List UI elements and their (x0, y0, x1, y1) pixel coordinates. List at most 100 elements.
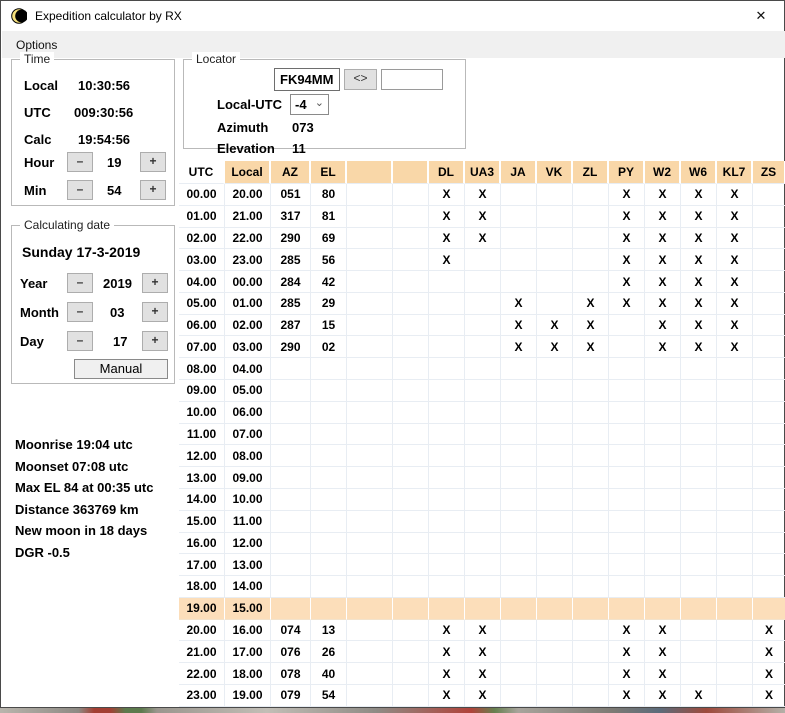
elevation-label: Elevation (217, 141, 275, 156)
menu-bar: Options (2, 31, 785, 58)
utc-cell: 14.00 (179, 488, 225, 511)
visibility-mark-cell (609, 467, 645, 489)
azimuth-cell (271, 380, 311, 402)
elevation-cell: 29 (311, 292, 347, 315)
visibility-mark-cell (753, 511, 785, 533)
visibility-mark-cell (537, 205, 573, 228)
year-minus-button[interactable]: – (67, 273, 93, 293)
visibility-mark-cell (429, 336, 465, 359)
day-minus-button[interactable]: – (67, 331, 93, 351)
visibility-mark-cell (573, 205, 609, 228)
day-plus-button[interactable]: + (142, 331, 168, 351)
visibility-mark-cell: X (465, 184, 501, 206)
month-minus-button[interactable]: – (67, 302, 93, 322)
visibility-mark-cell (537, 554, 573, 577)
visibility-mark-cell (753, 424, 785, 446)
visibility-mark-cell (717, 380, 753, 402)
local-cell: 07.00 (225, 423, 271, 446)
visibility-mark-cell: X (429, 184, 465, 206)
visibility-mark-cell (609, 488, 645, 511)
elevation-cell (311, 554, 347, 577)
spacer-cell (347, 423, 393, 446)
visibility-mark-cell: X (681, 336, 717, 359)
month-label: Month (20, 305, 59, 320)
local-cell: 12.00 (225, 532, 271, 555)
utc-cell: 16.00 (179, 532, 225, 555)
visibility-mark-cell: X (717, 249, 753, 272)
spacer-cell (393, 249, 429, 272)
visibility-mark-cell (645, 510, 681, 533)
visibility-mark-cell (465, 467, 501, 489)
hour-minus-button[interactable]: – (67, 152, 93, 172)
visibility-mark-cell: X (537, 336, 573, 359)
visibility-mark-cell: X (753, 685, 785, 707)
utc-cell: 07.00 (179, 336, 225, 359)
hour-plus-button[interactable]: + (140, 152, 166, 172)
visibility-mark-cell (429, 510, 465, 533)
visibility-mark-cell (753, 271, 785, 293)
visibility-mark-cell: X (429, 205, 465, 228)
visibility-mark-cell (537, 641, 573, 664)
min-plus-button[interactable]: + (140, 180, 166, 200)
visibility-mark-cell (501, 249, 537, 272)
spacer-cell (347, 554, 393, 577)
visibility-mark-cell (573, 641, 609, 664)
hour-label: Hour (24, 155, 55, 170)
visibility-mark-cell (681, 401, 717, 424)
utc-cell: 10.00 (179, 401, 225, 424)
visibility-mark-cell (537, 184, 573, 206)
utc-cell: 08.00 (179, 358, 225, 381)
local-utc-dropdown[interactable]: -4 ⌄ (290, 94, 329, 115)
visibility-mark-cell (501, 641, 537, 664)
visibility-mark-cell: X (717, 271, 753, 293)
spacer-cell (347, 532, 393, 555)
visibility-mark-cell (573, 380, 609, 402)
local-time-label: Local (24, 78, 58, 93)
visibility-mark-cell (753, 533, 785, 555)
calc-time-label: Calc (24, 132, 52, 147)
distance-text: Distance 363769 km (15, 501, 139, 517)
visibility-mark-cell: X (609, 249, 645, 272)
spacer-cell (347, 184, 393, 206)
spacer-cell (393, 445, 429, 468)
utc-cell: 09.00 (179, 380, 225, 402)
column-header: W6 (681, 161, 717, 184)
visibility-mark-cell (537, 227, 573, 250)
visibility-mark-cell: X (465, 684, 501, 707)
visibility-mark-cell: X (681, 184, 717, 206)
min-value: 54 (107, 183, 122, 198)
spacer-cell (347, 510, 393, 533)
visibility-mark-cell: X (681, 227, 717, 250)
year-plus-button[interactable]: + (142, 273, 168, 293)
month-plus-button[interactable]: + (142, 302, 168, 322)
utc-cell: 19.00 (179, 597, 225, 620)
visibility-mark-cell: X (609, 684, 645, 707)
elevation-cell (311, 532, 347, 555)
visibility-mark-cell (681, 380, 717, 402)
dgr-text: DGR -0.5 (15, 544, 70, 560)
min-minus-button[interactable]: – (67, 180, 93, 200)
time-groupbox: Time Local 10:30:56 UTC 009:30:56 Calc 1… (11, 52, 175, 206)
date-legend: Calculating date (20, 218, 115, 232)
swap-locator-button[interactable]: <> (344, 69, 377, 90)
secondary-locator-input[interactable] (381, 69, 443, 90)
visibility-mark-cell: X (645, 249, 681, 272)
spacer-cell (393, 467, 429, 489)
title-bar: Expedition calculator by RX ✕ (1, 1, 784, 31)
table-row: 07.00 03.00 290 02 X X X X X X (179, 336, 785, 359)
close-button[interactable]: ✕ (738, 1, 784, 31)
local-cell: 04.00 (225, 358, 271, 381)
visibility-mark-cell (717, 358, 753, 381)
elevation-cell (311, 423, 347, 446)
spacer-cell (347, 271, 393, 293)
visibility-mark-cell (645, 576, 681, 598)
locator-input[interactable] (274, 68, 340, 91)
visibility-mark-cell (753, 489, 785, 511)
utc-cell: 02.00 (179, 227, 225, 250)
manual-button[interactable]: Manual (74, 359, 168, 379)
table-row: 16.00 12.00 (179, 532, 785, 555)
chevron-down-icon: ⌄ (314, 97, 324, 109)
azimuth-cell: 285 (271, 292, 311, 315)
visibility-mark-cell: X (573, 292, 609, 315)
visibility-mark-cell (537, 532, 573, 555)
